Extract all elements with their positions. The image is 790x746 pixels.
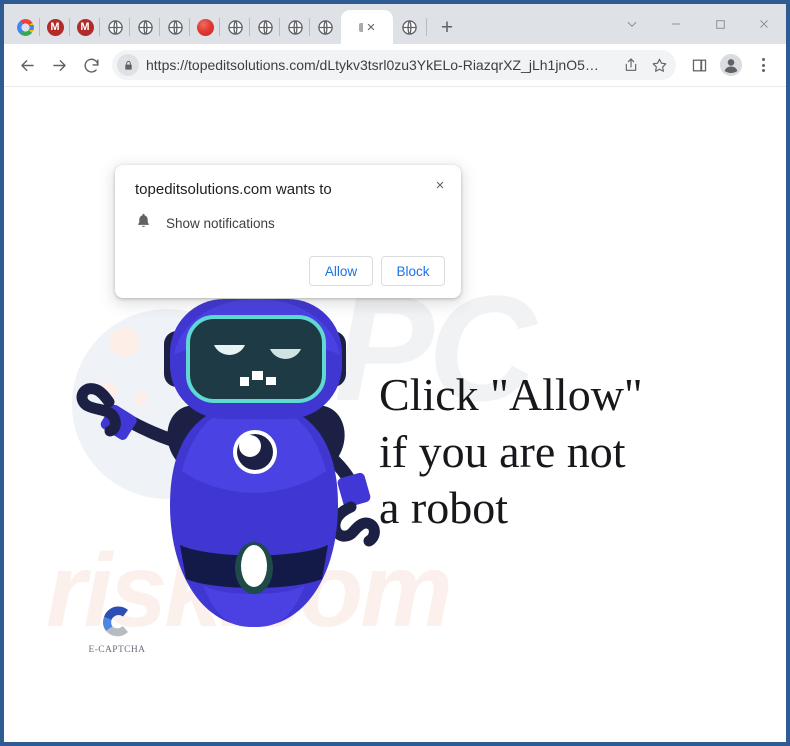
globe-icon: [287, 19, 304, 36]
tab-favicon: [358, 22, 363, 32]
block-button[interactable]: Block: [381, 256, 445, 286]
more-menu-icon[interactable]: [748, 50, 778, 80]
popup-permission-label: Show notifications: [166, 215, 275, 231]
tab-globe-5[interactable]: [249, 10, 280, 44]
window-controls: [610, 4, 786, 44]
globe-icon: [257, 19, 274, 36]
robot-tooth: [266, 377, 276, 385]
robot-buckle: [241, 545, 267, 587]
lock-icon[interactable]: [117, 54, 139, 76]
share-icon[interactable]: [618, 52, 644, 78]
tab-search-chevron-down-icon[interactable]: [610, 7, 654, 41]
globe-icon: [401, 19, 418, 36]
page-content: PC risk.com: [4, 87, 786, 742]
google-icon: [16, 18, 35, 36]
popup-close-icon[interactable]: ×: [429, 174, 451, 196]
captcha-label: E-CAPTCHA: [88, 645, 146, 655]
captcha-logo: E-CAPTCHA: [82, 599, 152, 655]
new-tab-button[interactable]: +: [433, 13, 461, 41]
tab-red[interactable]: [189, 10, 220, 44]
popup-permission-row: Show notifications: [135, 212, 445, 234]
robot-hand-left: [76, 383, 121, 437]
url-text: https://topeditsolutions.com/dLtykv3tsrl…: [146, 57, 599, 73]
tab-globe-1[interactable]: [99, 10, 130, 44]
tab-globe-6[interactable]: [279, 10, 310, 44]
reload-button[interactable]: [76, 50, 106, 80]
close-icon[interactable]: [742, 7, 786, 41]
globe-icon: [107, 19, 124, 36]
back-button[interactable]: [12, 50, 42, 80]
robot-hand-right: [329, 501, 380, 547]
maximize-icon[interactable]: [698, 7, 742, 41]
tab-globe-8[interactable]: [394, 10, 424, 44]
popup-title: topeditsolutions.com wants to: [135, 181, 332, 198]
tab-close-icon[interactable]: ×: [367, 20, 376, 35]
allow-button[interactable]: Allow: [309, 256, 373, 286]
popup-actions: Allow Block: [135, 256, 445, 286]
tab-google[interactable]: [10, 10, 40, 44]
omnibox-actions: [618, 52, 672, 78]
tab-globe-7[interactable]: [309, 10, 340, 44]
notification-permission-popup: × topeditsolutions.com wants to Show not…: [115, 165, 461, 298]
globe-icon: [167, 19, 184, 36]
robot-chest-glow: [239, 435, 261, 457]
robot-tooth: [252, 371, 263, 380]
tab-globe-4[interactable]: [219, 10, 250, 44]
side-panel-icon[interactable]: [684, 50, 714, 80]
page-headline: Click "Allow" if you are not a robot: [379, 369, 643, 534]
profile-avatar[interactable]: [716, 50, 746, 80]
tab-divider: [426, 18, 427, 36]
bell-icon: [135, 212, 152, 234]
tab-active[interactable]: ×: [341, 10, 393, 44]
browser-window: M M × + https://topeditsolutions.com/dLt…: [0, 0, 790, 746]
tab-m-2[interactable]: M: [69, 10, 100, 44]
forward-button[interactable]: [44, 50, 74, 80]
m-icon: M: [46, 18, 64, 36]
robot-tooth: [240, 377, 249, 386]
globe-icon: [227, 19, 244, 36]
minimize-icon[interactable]: [654, 7, 698, 41]
robot-face-screen: [186, 315, 326, 403]
captcha-mark-icon: [95, 599, 139, 643]
globe-icon: [137, 19, 154, 36]
address-bar[interactable]: https://topeditsolutions.com/dLtykv3tsrl…: [112, 50, 676, 80]
tab-globe-2[interactable]: [129, 10, 160, 44]
m-icon: M: [76, 18, 94, 36]
bookmark-star-icon[interactable]: [646, 52, 672, 78]
browser-toolbar: https://topeditsolutions.com/dLtykv3tsrl…: [4, 44, 786, 87]
tab-strip: M M × +: [4, 4, 786, 44]
red-dot-icon: [196, 18, 214, 36]
tab-m-1[interactable]: M: [39, 10, 70, 44]
tab-globe-3[interactable]: [159, 10, 190, 44]
globe-icon: [317, 19, 334, 36]
